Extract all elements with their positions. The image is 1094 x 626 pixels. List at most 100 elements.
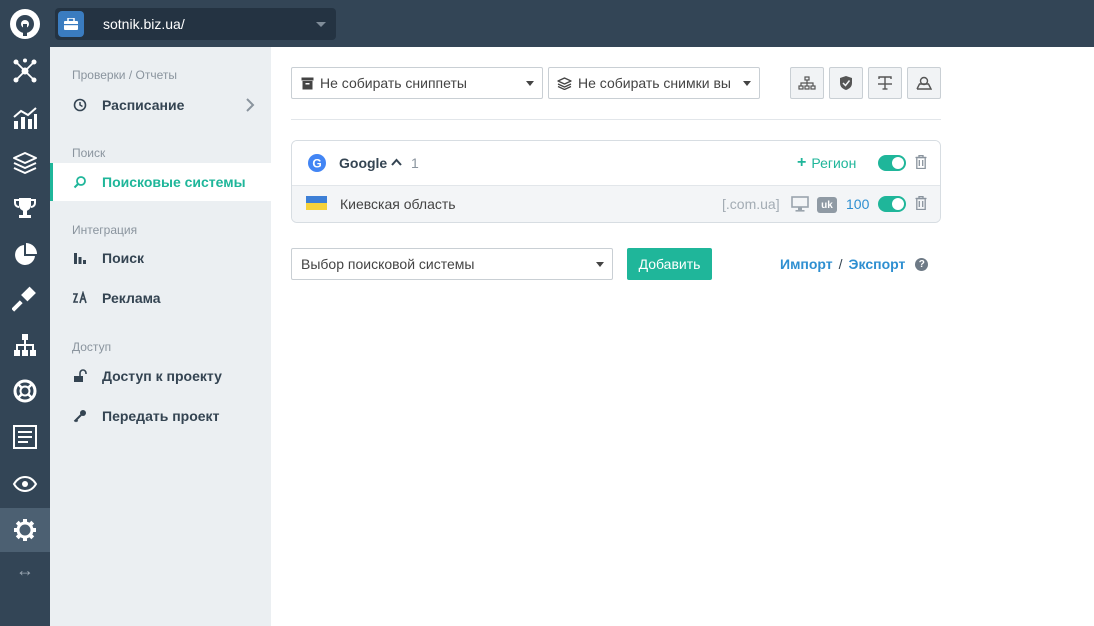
sidebar-item-label: Передать проект [102,408,220,424]
trash-icon[interactable] [915,196,927,210]
report-icon [13,425,37,449]
network-icon [13,58,37,83]
rail-settings-button[interactable] [0,508,50,552]
google-icon: G [308,154,326,177]
chevron-up-icon[interactable] [391,158,402,166]
region-toggle[interactable] [878,196,906,212]
screenshots-select[interactable]: Не собирать снимки вы [548,67,760,99]
plus-icon: + [797,154,807,171]
svg-text:G: G [312,157,321,171]
import-export: Импорт / Экспорт ? [780,256,929,272]
help-icon[interactable]: ? [915,257,929,271]
archive-icon [301,77,314,90]
add-region-label: Регион [811,155,857,171]
sidebar-item-label: Поисковые системы [102,174,246,190]
chevron-down-icon [743,81,751,86]
sitemap-icon [798,76,816,90]
sidebar-item-label: Расписание [102,97,185,113]
sidebar-item-integration-search[interactable]: Поиск [50,239,271,277]
eye-icon [12,475,38,493]
text-icon [878,76,892,90]
language-badge-text: uk [821,199,833,211]
sidebar-item-label: Поиск [102,250,145,266]
rail-eye-button[interactable] [0,462,50,506]
search-icon [72,174,88,190]
region-row: Киевская область [.com.ua] uk 100 [292,186,940,222]
rail-chart-button[interactable] [0,96,50,140]
layers-icon [13,152,37,174]
section-title-integration: Интеграция [72,223,138,237]
snippets-select-value: Не собирать сниппеты [320,75,467,91]
map-pin-icon [916,76,932,90]
structure-button[interactable] [790,67,824,99]
settings-sidebar: Проверки / Отчеты Расписание Поиск Поиск… [50,47,271,626]
chevron-right-icon [246,98,255,112]
section-title-access: Доступ [72,340,112,354]
text-button[interactable] [868,67,902,99]
location-button[interactable] [907,67,941,99]
layers-icon [557,76,572,90]
sitemap-icon [14,334,36,356]
project-name: sotnik.biz.ua/ [103,16,185,32]
unlock-icon [72,368,88,384]
trash-icon[interactable] [915,155,927,169]
shield-icon [840,76,852,90]
import-link[interactable]: Импорт [780,256,833,272]
main-content: Не собирать сниппеты Не собирать снимки … [271,47,1094,626]
rail-report-button[interactable] [0,415,50,459]
add-button[interactable]: Добавить [627,248,712,280]
rail-pie-button[interactable] [0,233,50,277]
sidebar-item-ads[interactable]: Реклама [50,279,271,317]
logo-icon [10,8,40,39]
rail-network-button[interactable] [0,49,50,93]
language-badge: uk [817,197,837,213]
region-name: Киевская область [340,196,456,212]
desktop-icon [791,196,809,212]
section-title-checks: Проверки / Отчеты [72,68,177,82]
ukraine-flag-icon [306,196,327,210]
search-engine-card: G Google 1 + Регион Киевская область [.c… [291,140,941,223]
search-engine-select[interactable]: Выбор поисковой системы [291,248,613,280]
section-title-search: Поиск [72,146,106,160]
resize-icon: ↔ [16,559,34,580]
chevron-down-icon [596,262,604,267]
chevron-down-icon [316,21,326,27]
project-selector[interactable]: sotnik.biz.ua/ [55,8,336,40]
search-engine-header: G Google 1 + Регион [292,141,940,186]
key-icon [72,408,88,424]
engine-name: Google [339,155,388,171]
chevron-down-icon [526,81,534,86]
rail-gavel-button[interactable] [0,277,50,321]
export-link[interactable]: Экспорт [849,256,906,272]
search-depth[interactable]: 100 [846,196,869,212]
search-engine-select-value: Выбор поисковой системы [301,256,475,272]
rail-layers-button[interactable] [0,141,50,185]
rail-support-button[interactable] [0,369,50,413]
ad-icon [72,290,88,306]
gear-icon [14,519,36,541]
sidebar-item-label: Реклама [102,290,161,306]
lifebuoy-icon [13,379,37,403]
shield-button[interactable] [829,67,863,99]
briefcase-icon [58,11,84,37]
rail-trophy-button[interactable] [0,186,50,230]
app-logo[interactable] [0,0,50,47]
screenshots-select-value: Не собирать снимки вы [578,75,731,91]
chart-icon [13,107,37,129]
region-domain: [.com.ua] [722,196,780,212]
gavel-icon [12,286,36,312]
divider [291,119,941,120]
engine-toggle[interactable] [878,155,906,171]
sidebar-item-schedule[interactable]: Расписание [50,86,271,124]
sidebar-item-transfer-project[interactable]: Передать проект [50,397,271,435]
snippets-select[interactable]: Не собирать сниппеты [291,67,543,99]
bar-chart-icon [72,250,88,266]
sidebar-item-search-engines[interactable]: Поисковые системы [50,163,271,201]
sidebar-item-label: Доступ к проекту [102,368,222,384]
rail-sitemap-button[interactable] [0,323,50,367]
clock-icon [72,97,88,113]
sidebar-item-project-access[interactable]: Доступ к проекту [50,357,271,395]
engine-region-count: 1 [411,155,419,171]
add-region-button[interactable]: + Регион [797,154,856,172]
rail-resize-handle[interactable]: ↔ [0,548,50,592]
